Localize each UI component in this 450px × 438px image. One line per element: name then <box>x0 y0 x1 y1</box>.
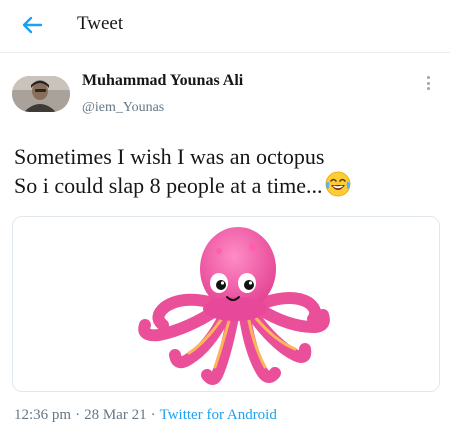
octopus-illustration <box>138 227 330 385</box>
tweet-text-line-2-text: So i could slap 8 people at a time... <box>14 173 323 198</box>
more-options-button[interactable] <box>420 74 436 92</box>
tweet-media-image[interactable] <box>12 216 440 392</box>
tweet-date: 28 Mar 21 <box>84 407 147 423</box>
tweet-time: 12:36 pm <box>14 407 72 423</box>
separator: · <box>75 407 81 423</box>
tweet-metadata: 12:36 pm · 28 Mar 21 · Twitter for Android <box>14 407 277 424</box>
separator: · <box>150 407 156 423</box>
page-title: Tweet <box>77 13 124 34</box>
tweet-text-line-2: So i could slap 8 people at a time... <box>14 171 434 204</box>
laughing-emoji-icon <box>325 171 351 204</box>
author-name[interactable]: Muhammad Younas Ali <box>82 72 243 90</box>
tweet-text: Sometimes I wish I was an octopus So i c… <box>14 142 434 204</box>
tweet-header: Tweet <box>0 0 450 53</box>
tweet-source-link[interactable]: Twitter for Android <box>160 407 277 423</box>
author-handle[interactable]: @iem_Younas <box>82 100 164 116</box>
back-button[interactable] <box>18 12 46 38</box>
tweet-text-line-1: Sometimes I wish I was an octopus <box>14 144 325 169</box>
arrow-left-icon <box>22 16 43 34</box>
avatar[interactable] <box>12 76 70 112</box>
